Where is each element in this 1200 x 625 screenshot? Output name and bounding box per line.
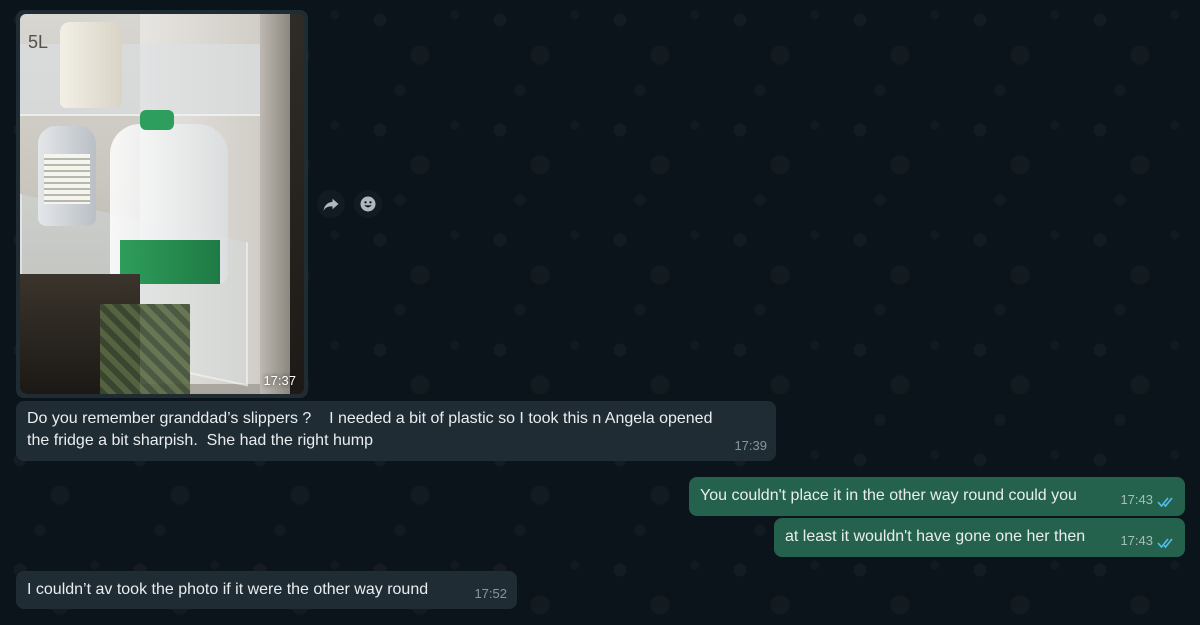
- image-message-time: 17:37: [263, 373, 296, 388]
- fridge-photo[interactable]: 5L 17:37: [20, 14, 304, 394]
- double-check-icon: [1157, 497, 1173, 508]
- message-time: 17:39: [734, 438, 767, 453]
- message-text-line-1: Do you remember granddad’s slippers ? I …: [27, 410, 713, 427]
- smiley-icon: [360, 196, 376, 212]
- message-text-line-2: the fridge a bit sharpish. She had the r…: [27, 432, 373, 449]
- message-text: I couldn’t av took the photo if it were …: [27, 581, 429, 598]
- forward-arrow-icon: [323, 198, 339, 211]
- photo-fridge-edge: [260, 14, 290, 394]
- message-time: 17:43: [1120, 492, 1153, 507]
- outgoing-message[interactable]: at least it wouldn't have gone one her t…: [774, 518, 1185, 557]
- message-time: 17:52: [474, 586, 507, 601]
- photo-slippers: [100, 304, 190, 394]
- photo-bottle-label: [44, 154, 90, 204]
- outgoing-message[interactable]: You couldn't place it in the other way r…: [689, 477, 1185, 516]
- message-text: at least it wouldn't have gone one her t…: [785, 528, 1086, 545]
- photo-printed-text: 5L: [28, 32, 49, 52]
- double-check-icon: [1157, 538, 1173, 549]
- incoming-message[interactable]: Do you remember granddad’s slippers ? I …: [16, 401, 776, 461]
- photo-jar: [60, 22, 122, 108]
- photo-top-shelf: [20, 44, 260, 116]
- message-time: 17:43: [1120, 533, 1153, 548]
- image-message[interactable]: 5L 17:37: [16, 10, 308, 398]
- react-button[interactable]: [354, 190, 382, 218]
- incoming-message[interactable]: I couldn’t av took the photo if it were …: [16, 571, 517, 609]
- photo-jug-cap: [140, 110, 174, 130]
- message-text: You couldn't place it in the other way r…: [700, 487, 1077, 504]
- forward-button[interactable]: [317, 190, 345, 218]
